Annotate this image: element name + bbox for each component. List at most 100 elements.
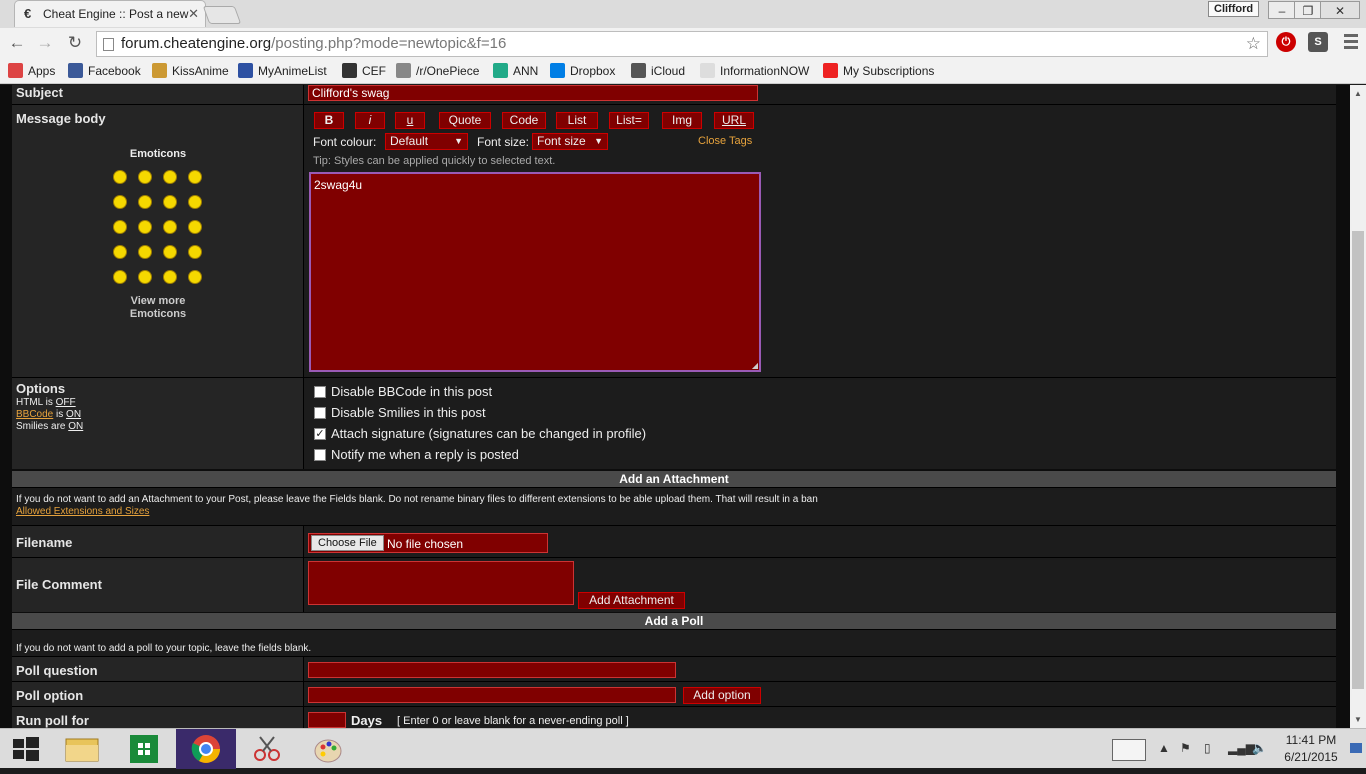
bookmark-9[interactable]: InformationNOW [700,63,809,78]
battery-icon[interactable]: ▯ [1204,741,1211,755]
show-desktop-icon[interactable] [1350,743,1362,753]
bookmark-1[interactable]: Facebook [68,63,141,78]
paint-taskbar-icon[interactable] [300,729,360,769]
poll-question-input[interactable] [308,662,676,678]
clock-date: 6/21/2015 [1284,750,1338,764]
store-taskbar-icon[interactable] [114,729,174,769]
restore-button[interactable]: ❐ [1294,1,1322,19]
emoticon-icon[interactable] [163,245,177,259]
option-checkbox-3[interactable] [314,449,326,461]
bookmark-4[interactable]: CEF [342,63,386,78]
allowed-extensions-link[interactable]: Allowed Extensions and Sizes [16,506,149,517]
adblock-extension-icon[interactable]: ⏻ [1276,32,1296,52]
bookmark-7[interactable]: Dropbox [550,63,615,78]
bbcode-button-i[interactable]: i [355,112,385,129]
snipping-tool-taskbar-icon[interactable] [238,729,298,769]
bbcode-button-b[interactable]: B [314,112,344,129]
reload-icon[interactable]: ↻ [64,33,86,53]
bookmark-favicon-icon [493,63,508,78]
poll-option-input[interactable] [308,687,676,703]
add-attachment-button[interactable]: Add Attachment [578,592,685,609]
bbcode-button-url[interactable]: URL [714,112,754,129]
emoticon-icon[interactable] [188,270,202,284]
file-comment-textarea[interactable] [308,561,574,605]
emoticon-icon[interactable] [188,245,202,259]
bbcode-status-link[interactable]: ON [66,409,81,420]
scroll-down-arrow-icon[interactable]: ▼ [1354,715,1362,724]
close-tags-link[interactable]: Close Tags [698,135,752,147]
start-button[interactable] [0,729,60,769]
bbcode-button-code[interactable]: Code [502,112,546,129]
message-textarea[interactable]: 2swag4u ◢ [309,172,761,372]
bookmark-0[interactable]: Apps [8,63,55,78]
bbcode-button-list-eq[interactable]: List= [609,112,649,129]
emoticon-icon[interactable] [163,195,177,209]
extension-s-icon[interactable]: S [1308,32,1328,52]
chrome-taskbar-icon[interactable] [176,729,236,769]
close-window-button[interactable]: ✕ [1320,1,1360,19]
profile-button[interactable]: Clifford [1208,1,1260,17]
emoticon-icon[interactable] [138,270,152,284]
bbcode-button-list[interactable]: List [556,112,598,129]
font-colour-select[interactable]: Default ▼ [385,133,468,150]
tab-close-icon[interactable]: ✕ [188,6,199,22]
bookmark-star-icon[interactable]: ☆ [1246,32,1261,56]
emoticon-icon[interactable] [163,220,177,234]
bookmark-6[interactable]: ANN [493,63,538,78]
emoticon-icon[interactable] [113,195,127,209]
touch-keyboard-icon[interactable] [1112,739,1146,761]
html-status-link[interactable]: OFF [56,397,76,408]
emoticon-icon[interactable] [188,220,202,234]
emoticon-icon[interactable] [188,170,202,184]
emoticon-icon[interactable] [113,270,127,284]
option-checkbox-1[interactable] [314,407,326,419]
smilies-status-link[interactable]: ON [68,421,83,432]
option-checkbox-2[interactable]: ✓ [314,428,326,440]
bbcode-button-u[interactable]: u [395,112,425,129]
font-size-select[interactable]: Font size ▼ [532,133,608,150]
poll-days-input[interactable] [308,712,346,728]
emoticon-icon[interactable] [163,170,177,184]
emoticon-icon[interactable] [113,245,127,259]
scrollbar-thumb[interactable] [1352,231,1364,689]
chrome-menu-icon[interactable] [1344,34,1358,50]
bbcode-link[interactable]: BBCode [16,409,53,420]
new-tab-button[interactable] [202,6,242,24]
view-more-emoticons-link[interactable]: View more Emoticons [112,295,204,321]
emoticon-icon[interactable] [163,270,177,284]
emoticon-icon[interactable] [113,220,127,234]
file-explorer-taskbar-icon[interactable] [52,729,112,769]
scroll-up-arrow-icon[interactable]: ▲ [1354,89,1362,98]
emoticon-icon[interactable] [188,195,202,209]
add-option-button[interactable]: Add option [683,687,761,704]
bookmark-2[interactable]: KissAnime [152,63,229,78]
bookmark-3[interactable]: MyAnimeList [238,63,327,78]
emoticon-icon[interactable] [138,245,152,259]
volume-icon[interactable]: 🔈 [1252,741,1267,755]
action-center-flag-icon[interactable]: ⚑ [1180,741,1191,755]
subject-input[interactable]: Clifford's swag [308,85,758,101]
file-input[interactable]: Choose File No file chosen [308,533,548,553]
emoticon-icon[interactable] [113,170,127,184]
tab-cheat-engine[interactable]: € Cheat Engine :: Post a new ✕ [14,0,206,27]
bookmark-5[interactable]: /r/OnePiece [396,63,479,78]
back-arrow-icon[interactable]: ← [6,33,28,53]
system-clock[interactable]: 11:41 PM 6/21/2015 [1276,732,1346,766]
bookmark-10[interactable]: My Subscriptions [823,63,934,78]
url-input[interactable]: forum.cheatengine.org/posting.php?mode=n… [96,31,1268,57]
bookmark-8[interactable]: iCloud [631,63,685,78]
bbcode-button-img[interactable]: Img [662,112,702,129]
show-hidden-icons-icon[interactable]: ▲ [1158,741,1170,755]
network-icon[interactable]: ▂▄▆ [1228,741,1255,755]
bbcode-button-quote[interactable]: Quote [439,112,491,129]
minimize-button[interactable]: – [1268,1,1296,19]
choose-file-button[interactable]: Choose File [311,535,384,551]
poll-question-label: Poll question [16,663,98,678]
forward-arrow-icon[interactable]: → [34,33,56,53]
resize-handle-icon[interactable]: ◢ [752,361,758,370]
emoticon-icon[interactable] [138,195,152,209]
option-checkbox-0[interactable] [314,386,326,398]
page-scrollbar[interactable]: ▲ ▼ [1350,85,1366,728]
emoticon-icon[interactable] [138,170,152,184]
emoticon-icon[interactable] [138,220,152,234]
